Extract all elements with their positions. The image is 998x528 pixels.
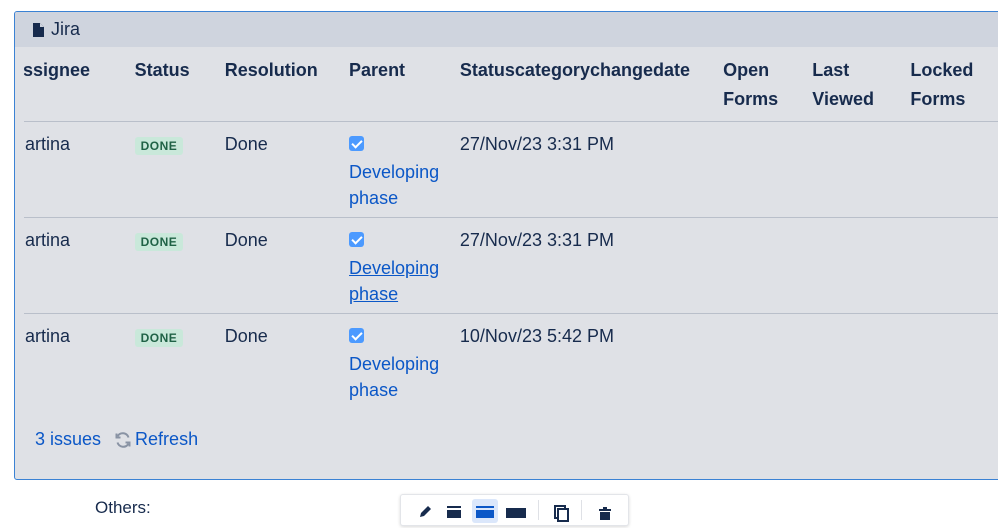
column-header-statuscategorychangedate[interactable]: Statuscategorychangedate <box>459 47 724 122</box>
task-checkbox-icon <box>349 136 365 151</box>
issues-count-link[interactable]: 3 issues <box>35 429 101 450</box>
refresh-label: Refresh <box>135 429 199 449</box>
column-header-open-forms[interactable]: Open Forms <box>723 47 813 122</box>
column-header-last-viewed[interactable]: Last Viewed <box>812 47 911 122</box>
locked-forms-cell <box>910 217 998 314</box>
parent-link[interactable]: Developing phase <box>349 162 439 208</box>
column-header-locked-forms[interactable]: Locked Forms <box>910 47 998 122</box>
resolution-cell: Done <box>224 230 268 250</box>
parent-link[interactable]: Developing phase <box>349 354 439 400</box>
parent-link[interactable]: Developing phase <box>349 258 439 304</box>
locked-forms-cell <box>910 313 998 409</box>
open-forms-cell <box>723 217 813 314</box>
layout-full-width-button[interactable] <box>503 499 529 523</box>
layout-wide-icon <box>476 506 494 518</box>
assignee-cell: Martina <box>24 326 71 346</box>
assignee-cell: Martina <box>24 134 71 154</box>
locked-forms-cell <box>910 121 998 218</box>
column-header-status[interactable]: Status <box>134 47 225 122</box>
refresh-button[interactable]: Refresh <box>114 429 198 450</box>
pencil-icon <box>420 506 431 517</box>
resolution-cell: Done <box>224 134 268 154</box>
table-header-row: Assignee Status Resolution Parent Status… <box>24 47 998 122</box>
macro-header: Jira <box>15 12 998 47</box>
delete-button[interactable] <box>592 499 618 523</box>
trash-icon <box>599 507 611 520</box>
status-badge: DONE <box>134 233 184 251</box>
column-header-parent[interactable]: Parent <box>349 47 460 122</box>
edit-button[interactable] <box>411 499 437 523</box>
macro-toolbar <box>400 494 629 526</box>
refresh-icon <box>115 431 131 448</box>
toolbar-divider <box>538 500 539 520</box>
status-badge: DONE <box>134 329 184 347</box>
others-label: Others: <box>95 498 151 517</box>
document-icon <box>33 22 44 37</box>
copy-button[interactable] <box>548 499 574 523</box>
copy-icon <box>554 505 569 522</box>
task-checkbox-icon <box>349 232 365 247</box>
resolution-cell: Done <box>224 326 268 346</box>
table-row: Martina DONE Done Developingphase 27/Nov… <box>24 217 998 314</box>
open-forms-cell <box>723 313 813 409</box>
column-header-assignee[interactable]: Assignee <box>24 47 135 122</box>
last-viewed-cell <box>812 217 911 314</box>
task-checkbox-icon <box>349 328 365 343</box>
layout-narrow-icon <box>447 506 461 518</box>
status-change-date-cell: 10/Nov/23 5:42 PM <box>459 326 614 346</box>
layout-full-width-icon <box>506 508 526 518</box>
last-viewed-cell <box>812 121 911 218</box>
macro-footer: 3 issues Refresh <box>35 429 198 450</box>
macro-title: Jira <box>51 19 81 39</box>
status-change-date-cell: 27/Nov/23 3:31 PM <box>459 230 614 250</box>
jira-macro: Jira Assignee Status Resolution Parent S… <box>14 11 998 480</box>
status-badge: DONE <box>134 137 184 155</box>
open-forms-cell <box>723 121 813 218</box>
table-row: Martina DONE Done Developingphase 10/Nov… <box>24 313 998 409</box>
last-viewed-cell <box>812 313 911 409</box>
column-header-resolution[interactable]: Resolution <box>224 47 350 122</box>
layout-wide-button[interactable] <box>472 499 498 523</box>
issues-table: Assignee Status Resolution Parent Status… <box>24 47 998 409</box>
table-row: Martina DONE Done Developingphase 27/Nov… <box>24 121 998 218</box>
layout-narrow-button[interactable] <box>441 499 467 523</box>
assignee-cell: Martina <box>24 230 71 250</box>
toolbar-divider <box>581 500 582 520</box>
issues-table-container[interactable]: Assignee Status Resolution Parent Status… <box>24 47 998 409</box>
status-change-date-cell: 27/Nov/23 3:31 PM <box>459 134 614 154</box>
